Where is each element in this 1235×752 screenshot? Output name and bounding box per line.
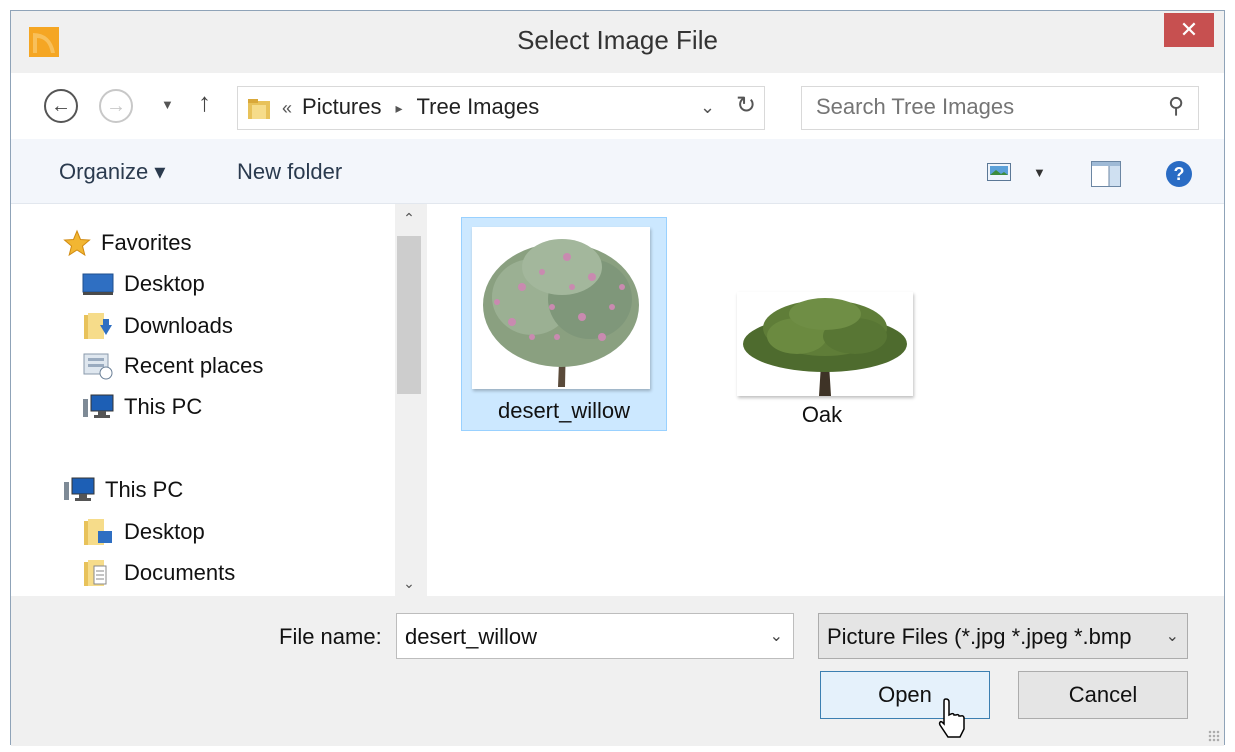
search-box[interactable]: ⚲ [801, 86, 1199, 130]
file-item-desert-willow[interactable]: desert_willow [461, 217, 667, 431]
oak-thumbnail [737, 292, 913, 396]
scrollbar-thumb[interactable] [397, 236, 421, 394]
breadcrumb: « Pictures ▸ Tree Images [282, 94, 539, 120]
sidebar-item-favorites[interactable]: Favorites [63, 229, 191, 257]
star-icon [63, 229, 91, 257]
sidebar-item-desktop[interactable]: Desktop [82, 270, 205, 297]
sidebar-item-recent-places[interactable]: Recent places [82, 352, 263, 380]
scroll-up-icon[interactable]: ⌃ [395, 210, 423, 227]
breadcrumb-overflow[interactable]: « [282, 98, 292, 118]
file-name-combobox[interactable]: ⌄ [396, 613, 794, 659]
downloads-folder-icon [84, 313, 112, 339]
preview-pane-icon[interactable] [1091, 161, 1121, 187]
sidebar-item-label: This PC [105, 477, 184, 503]
view-dropdown-icon[interactable]: ▼ [1033, 165, 1046, 180]
file-name-dropdown-icon[interactable]: ⌄ [770, 626, 783, 646]
new-folder-button[interactable]: New folder [237, 159, 342, 185]
cancel-button[interactable]: Cancel [1018, 671, 1188, 719]
back-arrow-icon: ← [51, 95, 71, 117]
desert-willow-thumbnail [472, 227, 650, 389]
sidebar-item-label: Favorites [101, 230, 192, 256]
file-list: desert_willow Oak [427, 204, 1224, 596]
sidebar-item-documents[interactable]: Documents [82, 558, 235, 588]
select-image-dialog: Select Image File ✕ ← → ▼ ↑ « Pictures ▸ Tr… [10, 10, 1225, 746]
up-button[interactable]: ↑ [198, 87, 211, 118]
file-type-filter-value: Picture Files (*.jpg *.jpeg *.bmp [827, 624, 1132, 649]
sidebar-item-label: Downloads [124, 313, 233, 338]
computer-icon [83, 394, 114, 419]
desktop-icon [82, 273, 114, 296]
change-view-icon[interactable] [987, 163, 1011, 181]
address-bar[interactable]: « Pictures ▸ Tree Images ⌄ ↻ [237, 86, 765, 130]
file-type-dropdown-icon[interactable]: ⌄ [1166, 626, 1179, 646]
file-name-label: Oak [801, 402, 843, 427]
scroll-down-icon[interactable]: ⌄ [395, 575, 423, 592]
resize-grip[interactable] [1208, 730, 1220, 742]
search-icon[interactable]: ⚲ [1168, 93, 1184, 119]
desktop-folder-icon [84, 519, 112, 545]
title-bar: Select Image File ✕ [11, 11, 1224, 71]
sidebar-item-label: Desktop [124, 519, 205, 544]
mouse-pointer-icon [938, 698, 965, 738]
search-input[interactable] [816, 94, 1136, 120]
folder-icon [248, 99, 270, 119]
address-dropdown-icon[interactable]: ⌄ [700, 97, 715, 118]
help-icon[interactable]: ? [1166, 161, 1192, 187]
back-button[interactable]: ← [44, 89, 78, 123]
breadcrumb-tree-images[interactable]: Tree Images [417, 94, 540, 119]
organize-menu[interactable]: Organize ▾ [59, 159, 165, 185]
file-type-filter[interactable]: Picture Files (*.jpg *.jpeg *.bmp ⌄ [818, 613, 1188, 659]
sidebar-item-label: Recent places [124, 353, 264, 379]
sidebar-item-label: This PC [124, 394, 203, 420]
refresh-icon[interactable]: ↻ [736, 91, 756, 120]
navigation-scrollbar[interactable]: ⌃ ⌄ [395, 204, 423, 596]
dialog-footer: File name: ⌄ Picture Files (*.jpg *.jpeg… [11, 596, 1224, 746]
navigation-pane: Favorites Desktop Downloads Recent place… [11, 204, 423, 596]
sidebar-item-label: Documents [124, 560, 236, 585]
sidebar-item-this-pc[interactable]: This PC [82, 393, 202, 421]
documents-folder-icon [84, 560, 107, 586]
breadcrumb-separator-icon[interactable]: ▸ [396, 100, 403, 116]
sidebar-item-this-pc-root[interactable]: This PC [63, 476, 183, 504]
recent-locations-button[interactable]: ▼ [161, 97, 174, 112]
forward-arrow-icon: → [106, 95, 126, 117]
sidebar-item-downloads[interactable]: Downloads [82, 311, 233, 341]
close-button[interactable]: ✕ [1164, 13, 1214, 47]
file-name-input[interactable] [405, 624, 745, 650]
sidebar-item-desktop-folder[interactable]: Desktop [82, 517, 205, 547]
file-name-label: desert_willow [497, 398, 631, 423]
breadcrumb-pictures[interactable]: Pictures [302, 94, 381, 119]
file-item-oak[interactable]: Oak [727, 284, 917, 434]
recent-places-icon [83, 353, 113, 380]
forward-button[interactable]: → [99, 89, 133, 123]
navigation-bar: ← → ▼ ↑ « Pictures ▸ Tree Images ⌄ ↻ ⚲ [11, 73, 1224, 139]
computer-icon [64, 477, 95, 502]
sidebar-item-label: Desktop [124, 271, 205, 297]
command-toolbar: Organize ▾ New folder ▼ ? [11, 139, 1224, 204]
dialog-title: Select Image File [517, 25, 718, 55]
file-name-label: File name: [279, 624, 382, 649]
